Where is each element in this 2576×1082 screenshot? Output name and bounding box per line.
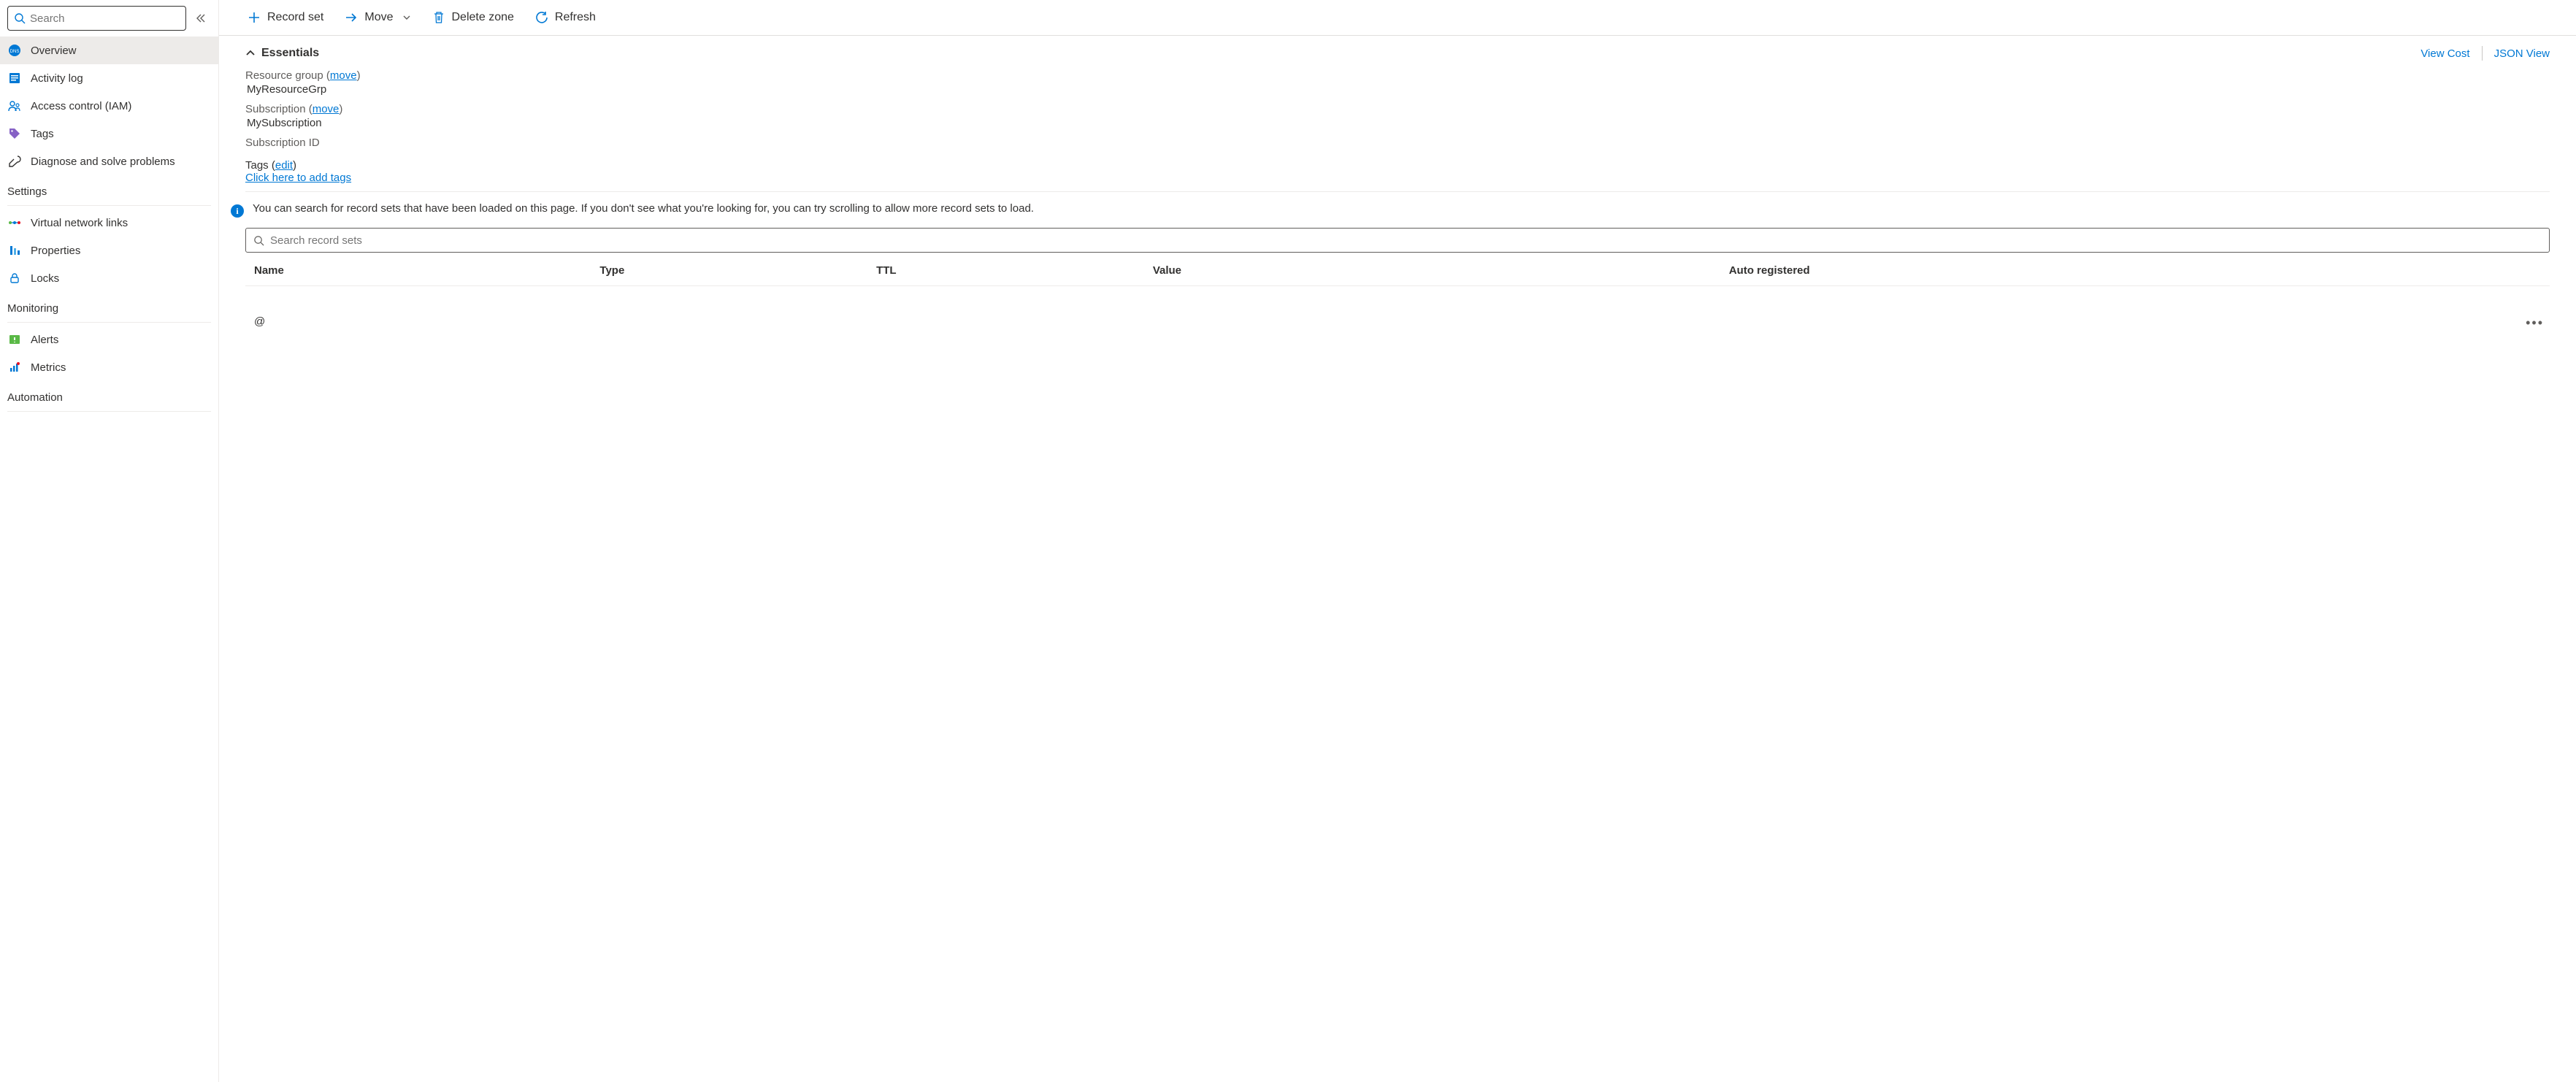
tags-add-link[interactable]: Click here to add tags <box>245 172 351 184</box>
row-context-menu[interactable]: ••• <box>2412 286 2550 339</box>
resource-group-move-link[interactable]: move <box>330 69 357 82</box>
arrow-right-icon <box>344 10 359 25</box>
cell-type <box>591 286 867 339</box>
sidebar-item-label: Properties <box>31 245 80 257</box>
sidebar-section-settings: Settings <box>0 175 218 202</box>
separator <box>2482 46 2483 61</box>
alerts-icon <box>7 332 22 347</box>
sidebar-item-overview[interactable]: DNS Overview <box>0 37 218 64</box>
button-label: Record set <box>267 11 323 24</box>
record-set-button[interactable]: Record set <box>245 7 325 28</box>
plus-icon <box>247 10 261 25</box>
sidebar-item-label: Tags <box>31 128 54 140</box>
sidebar: DNS Overview Activity log Access control… <box>0 0 219 1082</box>
move-button[interactable]: Move <box>342 7 412 28</box>
locks-icon <box>7 271 22 285</box>
sidebar-item-label: Access control (IAM) <box>31 100 131 112</box>
table-row[interactable]: @ ••• <box>245 286 2550 339</box>
search-icon <box>14 12 26 24</box>
sidebar-item-diagnose[interactable]: Diagnose and solve problems <box>0 147 218 175</box>
col-name[interactable]: Name <box>245 256 591 286</box>
record-search-box[interactable] <box>245 228 2550 253</box>
refresh-button[interactable]: Refresh <box>533 7 597 28</box>
info-banner: i You can search for record sets that ha… <box>245 202 2550 218</box>
info-icon: i <box>231 204 244 218</box>
tags-edit-link[interactable]: edit <box>275 159 293 172</box>
col-auto[interactable]: Auto registered <box>1720 256 2412 286</box>
sidebar-item-label: Overview <box>31 45 77 57</box>
sidebar-item-vnet-links[interactable]: Virtual network links <box>0 209 218 237</box>
sidebar-item-label: Activity log <box>31 72 83 85</box>
tags-label: Tags (edit) <box>245 159 296 172</box>
record-search-input[interactable] <box>270 234 2542 247</box>
records-table: Name Type TTL Value Auto registered @ <box>245 256 2550 338</box>
button-label: Move <box>364 11 393 24</box>
col-value[interactable]: Value <box>1144 256 1720 286</box>
button-label: Delete zone <box>452 11 514 24</box>
activity-log-icon <box>7 71 22 85</box>
search-icon <box>253 235 264 246</box>
essentials-body: Resource group (move) MyResourceGrp Subs… <box>245 69 2550 184</box>
divider <box>7 411 211 412</box>
divider <box>245 191 2550 192</box>
collapse-sidebar-button[interactable] <box>191 8 211 28</box>
view-cost-link[interactable]: View Cost <box>2420 47 2469 60</box>
metrics-icon <box>7 360 22 375</box>
sidebar-section-monitoring: Monitoring <box>0 292 218 319</box>
sidebar-item-label: Locks <box>31 272 59 285</box>
sidebar-item-tags[interactable]: Tags <box>0 120 218 147</box>
diagnose-icon <box>7 154 22 169</box>
iam-icon <box>7 99 22 113</box>
cell-ttl <box>867 286 1144 339</box>
resource-group-value: MyResourceGrp <box>247 83 2550 96</box>
tags-icon <box>7 126 22 141</box>
info-text: You can search for record sets that have… <box>253 202 1034 215</box>
sidebar-item-activity-log[interactable]: Activity log <box>0 64 218 92</box>
button-label: Refresh <box>555 11 596 24</box>
cell-auto <box>1720 286 2412 339</box>
chevron-up-icon <box>245 48 256 58</box>
sidebar-item-label: Virtual network links <box>31 217 128 229</box>
properties-icon <box>7 243 22 258</box>
sidebar-item-label: Alerts <box>31 334 58 346</box>
divider <box>7 205 211 206</box>
sidebar-search-input[interactable] <box>30 12 180 25</box>
sidebar-item-alerts[interactable]: Alerts <box>0 326 218 353</box>
vnet-links-icon <box>7 215 22 230</box>
sidebar-item-locks[interactable]: Locks <box>0 264 218 292</box>
refresh-icon <box>534 10 549 25</box>
sidebar-search-box[interactable] <box>7 6 186 31</box>
trash-icon <box>432 10 446 25</box>
sidebar-item-iam[interactable]: Access control (IAM) <box>0 92 218 120</box>
cell-value <box>1144 286 1720 339</box>
cell-name: @ <box>245 286 591 339</box>
essentials-toggle[interactable]: Essentials <box>245 47 319 60</box>
sidebar-item-label: Metrics <box>31 361 66 374</box>
subscription-label: Subscription (move) <box>245 103 2550 115</box>
resource-group-label: Resource group (move) <box>245 69 2550 82</box>
main-content: Essentials View Cost JSON View Resource … <box>219 36 2576 1082</box>
svg-text:DNS: DNS <box>10 50 20 54</box>
sidebar-item-metrics[interactable]: Metrics <box>0 353 218 381</box>
col-type[interactable]: Type <box>591 256 867 286</box>
sidebar-section-automation: Automation <box>0 381 218 408</box>
sidebar-item-label: Diagnose and solve problems <box>31 156 175 168</box>
delete-zone-button[interactable]: Delete zone <box>430 7 515 28</box>
command-bar: Record set Move Delete zone <box>219 0 2576 36</box>
essentials-title-text: Essentials <box>261 47 319 60</box>
subscription-move-link[interactable]: move <box>313 103 340 115</box>
subscription-id-label: Subscription ID <box>245 137 2550 149</box>
divider <box>7 322 211 323</box>
sidebar-item-properties[interactable]: Properties <box>0 237 218 264</box>
subscription-value: MySubscription <box>247 117 2550 129</box>
col-ttl[interactable]: TTL <box>867 256 1144 286</box>
chevron-down-icon <box>402 13 411 22</box>
dns-icon: DNS <box>7 43 22 58</box>
json-view-link[interactable]: JSON View <box>2494 47 2550 60</box>
